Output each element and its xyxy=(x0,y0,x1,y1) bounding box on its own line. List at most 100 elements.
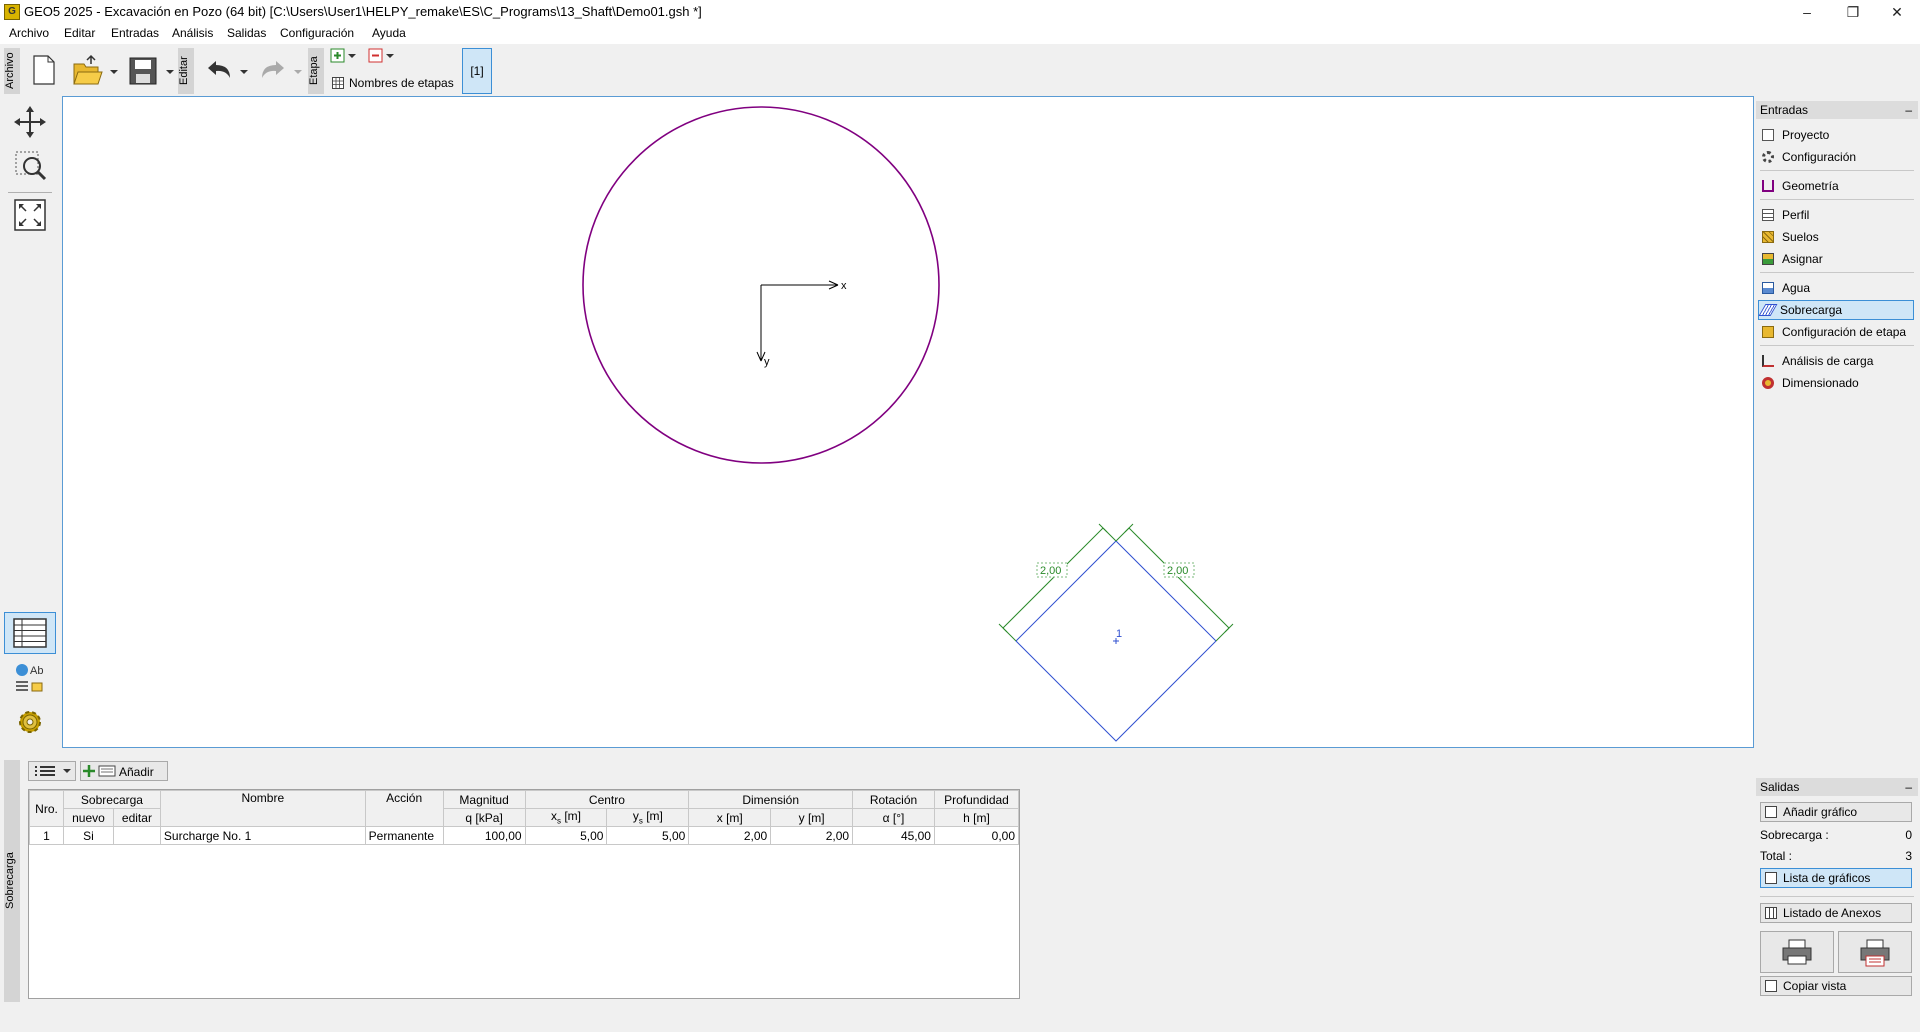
cell-q[interactable]: 100,00 xyxy=(442,826,526,845)
cell-editar[interactable] xyxy=(112,826,161,845)
entradas-collapse-icon[interactable]: – xyxy=(1905,101,1912,119)
etapa-group-label: Etapa xyxy=(308,48,324,94)
copy-view-icon xyxy=(1765,980,1777,992)
nav-divider xyxy=(1760,170,1914,171)
chevron-down-icon xyxy=(166,70,174,74)
list-graphics-button[interactable]: Lista de gráficos xyxy=(1760,868,1912,888)
col-nuevo: nuevo xyxy=(62,808,114,827)
move-icon xyxy=(14,106,46,138)
col-centro: Centro xyxy=(524,790,690,809)
undo-button[interactable] xyxy=(200,48,248,92)
nav-proyecto[interactable]: Proyecto xyxy=(1760,125,1912,145)
cell-x[interactable]: 2,00 xyxy=(688,826,772,845)
surcharge-number-label: 1 xyxy=(1116,628,1122,640)
entradas-header[interactable]: Entradas – xyxy=(1756,101,1918,119)
print-button[interactable] xyxy=(1760,931,1834,973)
col-nro: Nro. xyxy=(29,790,64,827)
gear-icon xyxy=(19,711,41,733)
nav-perfil[interactable]: Perfil xyxy=(1760,205,1912,225)
cell-y[interactable]: 2,00 xyxy=(770,826,854,845)
print-pdf-button[interactable] xyxy=(1838,931,1912,973)
settings-button[interactable] xyxy=(8,702,52,742)
axis-x-label: x xyxy=(841,280,847,292)
stage-names-button[interactable]: Nombres de etapas xyxy=(330,74,454,92)
menu-archivo[interactable]: Archivo xyxy=(9,26,49,40)
list-graphics-label: Lista de gráficos xyxy=(1783,871,1871,885)
nav-agua[interactable]: Agua xyxy=(1760,278,1912,298)
menu-configuracion[interactable]: Configuración xyxy=(280,26,354,40)
nav-sobrecarga[interactable]: Sobrecarga xyxy=(1758,300,1914,320)
add-button[interactable]: Añadir xyxy=(80,761,168,781)
add-button-label: Añadir xyxy=(119,765,154,779)
nav-dimensionado[interactable]: Dimensionado xyxy=(1760,373,1912,393)
document-icon xyxy=(1762,129,1774,141)
salidas-header[interactable]: Salidas – xyxy=(1756,778,1918,796)
menu-analisis[interactable]: Análisis xyxy=(172,26,213,40)
minimize-button[interactable]: – xyxy=(1784,0,1830,24)
cell-nro[interactable]: 1 xyxy=(29,826,64,845)
nav-geometria[interactable]: Geometría xyxy=(1760,176,1912,196)
cell-alpha[interactable]: 45,00 xyxy=(852,826,935,845)
cell-nuevo[interactable]: Si xyxy=(62,826,114,845)
table-row[interactable]: 1 Si Surcharge No. 1 Permanente 100,00 5… xyxy=(29,826,1020,845)
menu-salidas[interactable]: Salidas xyxy=(227,26,266,40)
close-button[interactable]: ✕ xyxy=(1874,0,1920,24)
cell-nombre[interactable]: Surcharge No. 1 xyxy=(159,826,366,845)
cell-xs[interactable]: 5,00 xyxy=(524,826,608,845)
new-file-button[interactable] xyxy=(26,48,64,92)
menu-entradas[interactable]: Entradas xyxy=(111,26,159,40)
menu-ayuda[interactable]: Ayuda xyxy=(372,26,406,40)
redo-icon xyxy=(262,61,284,78)
nav-divider xyxy=(1760,272,1914,273)
col-profundidad: Profundidad xyxy=(933,790,1020,809)
restore-button[interactable]: ❐ xyxy=(1830,0,1876,24)
col-rotacion: Rotación xyxy=(852,790,935,809)
menu-editar[interactable]: Editar xyxy=(64,26,95,40)
col-editar: editar xyxy=(112,808,161,827)
save-button[interactable] xyxy=(126,48,174,92)
water-icon xyxy=(1762,282,1774,294)
col-sobrecarga: Sobrecarga xyxy=(62,790,161,809)
pan-button[interactable] xyxy=(8,102,52,142)
nav-dimensionado-label: Dimensionado xyxy=(1782,376,1859,390)
nav-configuracion[interactable]: Configuración xyxy=(1760,147,1912,167)
dimension-label-left: 2,00 xyxy=(1040,565,1061,577)
stage-names-label: Nombres de etapas xyxy=(349,76,454,90)
col-q: q [kPa] xyxy=(442,808,526,827)
cell-ys[interactable]: 5,00 xyxy=(606,826,690,845)
list-view-button[interactable] xyxy=(28,761,76,781)
nav-analisis-de-carga[interactable]: Análisis de carga xyxy=(1760,351,1912,371)
redo-button[interactable] xyxy=(254,48,302,92)
add-stage-button[interactable] xyxy=(330,48,360,64)
nav-configuracion-label: Configuración xyxy=(1782,150,1857,164)
table-view-button[interactable] xyxy=(4,612,56,654)
cell-accion[interactable]: Permanente xyxy=(364,826,444,845)
list-annexes-button[interactable]: Listado de Anexos xyxy=(1760,903,1912,923)
chevron-down-icon xyxy=(240,70,248,74)
fit-to-screen-icon xyxy=(14,199,46,231)
remove-stage-button[interactable] xyxy=(368,48,398,64)
fit-view-button[interactable] xyxy=(8,196,52,236)
svg-text:Ab: Ab xyxy=(30,665,43,677)
nav-suelos[interactable]: Suelos xyxy=(1760,227,1912,247)
nav-configuracion-de-etapa[interactable]: Configuración de etapa xyxy=(1760,322,1912,342)
total-count-value: 3 xyxy=(1905,849,1912,863)
open-folder-icon xyxy=(73,54,103,85)
open-file-button[interactable] xyxy=(70,48,118,92)
zoom-button[interactable] xyxy=(8,146,52,186)
cell-h[interactable]: 0,00 xyxy=(933,826,1020,845)
surcharge-icon xyxy=(1758,304,1778,316)
drawing-settings-button[interactable]: Ab xyxy=(8,658,52,698)
zoom-icon xyxy=(15,151,47,181)
add-graphic-button[interactable]: Añadir gráfico xyxy=(1760,802,1912,822)
stage-1-button[interactable]: [1] xyxy=(462,48,492,94)
new-file-icon xyxy=(33,55,55,85)
editar-group-label: Editar xyxy=(178,48,194,94)
copy-view-button[interactable]: Copiar vista xyxy=(1760,976,1912,996)
salidas-collapse-icon[interactable]: – xyxy=(1905,778,1912,796)
drawing-canvas[interactable]: x y 1 2,00 2,00 xyxy=(62,96,1754,748)
profile-icon xyxy=(1762,209,1774,221)
nav-asignar[interactable]: Asignar xyxy=(1760,249,1912,269)
stage-settings-icon xyxy=(1762,326,1774,338)
toolbar: Archivo Editar Etapa Nombres de etapas xyxy=(0,44,1920,96)
